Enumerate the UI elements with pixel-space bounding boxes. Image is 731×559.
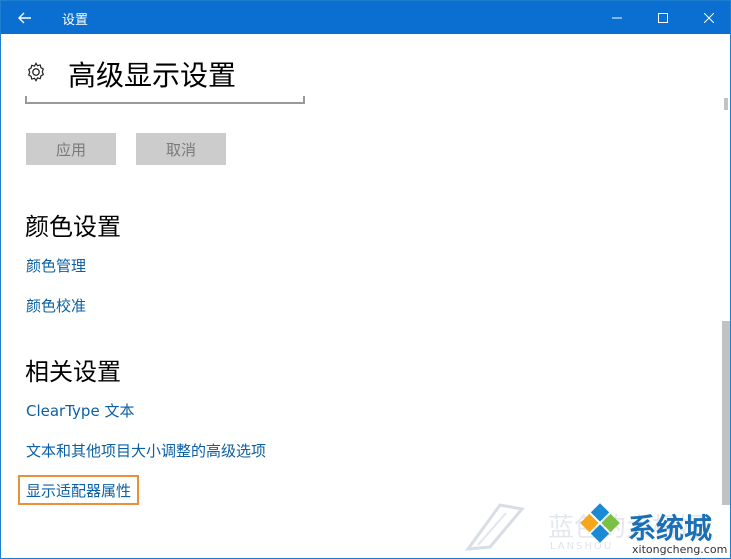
- watermark-brand: 系统城: [628, 512, 713, 545]
- minimize-icon: [612, 17, 622, 18]
- related-settings-heading: 相关设置: [25, 358, 121, 386]
- color-settings-heading: 颜色设置: [25, 213, 121, 241]
- page-title: 高级显示设置: [68, 59, 237, 92]
- minimize-button[interactable]: [594, 1, 640, 34]
- apply-button[interactable]: 应用: [26, 133, 116, 165]
- watermark-domain: xitongcheng.com: [632, 543, 728, 556]
- title-bar: 设置: [1, 1, 730, 34]
- link-display-adapter-properties[interactable]: 显示适配器属性: [26, 480, 131, 501]
- watermark-swoosh-icon: [464, 503, 525, 551]
- maximize-button[interactable]: [640, 1, 686, 34]
- cancel-button[interactable]: 取消: [136, 133, 226, 165]
- scrollbar-top-indicator[interactable]: [724, 98, 728, 110]
- settings-content: 高级显示设置 应用 取消 颜色设置 颜色管理 颜色校准 相关设置 ClearTy…: [1, 34, 730, 558]
- link-cleartype[interactable]: ClearType 文本: [26, 400, 134, 421]
- watermark: 蓝色的大柯姆 LANSHOU 系统城 xitongcheng.com: [456, 483, 730, 558]
- link-color-calibration[interactable]: 颜色校准: [26, 295, 86, 316]
- arrow-left-icon: [18, 12, 31, 23]
- dropdown-bottom-edge[interactable]: [25, 96, 305, 104]
- windows-logo-icon: [580, 503, 620, 543]
- page-header: [25, 61, 47, 83]
- close-icon: [704, 12, 714, 23]
- window-title: 设置: [62, 13, 89, 28]
- back-button[interactable]: [1, 1, 49, 34]
- settings-window: 设置 高级显示设置 应用 取消 颜色设置 颜色管理 颜色校准 相关设置 Clea…: [0, 0, 731, 559]
- gear-icon: [27, 62, 45, 82]
- link-advanced-sizing[interactable]: 文本和其他项目大小调整的高级选项: [26, 440, 266, 461]
- scrollbar-thumb[interactable]: [722, 321, 730, 505]
- link-color-management[interactable]: 颜色管理: [26, 255, 86, 276]
- maximize-icon: [658, 12, 668, 23]
- close-button[interactable]: [686, 1, 730, 34]
